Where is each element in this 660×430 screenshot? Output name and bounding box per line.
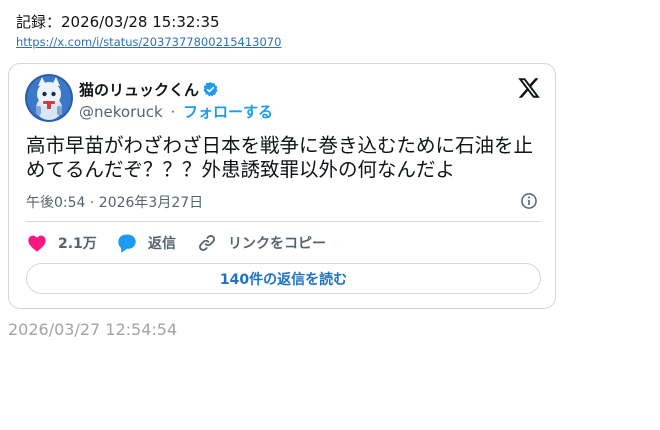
copy-link-button[interactable]: リンクをコピー (196, 231, 326, 255)
reply-button[interactable]: 返信 (116, 231, 176, 255)
capture-date: 2026/03/27 12:54:54 (8, 320, 178, 339)
tweet-card: 猫のリュックくん @nekoruck · フォローする 高市早苗がわざわざ日本を… (8, 63, 556, 309)
cat-avatar-icon (25, 74, 73, 122)
avatar[interactable] (25, 74, 73, 122)
read-replies-label: 140件の返信を読む (219, 271, 348, 288)
display-name-text: 猫のリュックくん (79, 81, 200, 99)
info-icon[interactable] (519, 191, 539, 211)
tweet-text: 高市早苗がわざわざ日本を戦争に巻き込むために石油を止めてるんだぞ？？？外患誘致罪… (26, 134, 534, 181)
tweet-timestamp[interactable]: 午後0:54 · 2026年3月27日 (26, 192, 203, 212)
record-timestamp: 記録：2026/03/28 15:32:35 (16, 13, 220, 31)
copy-link-label: リンクをコピー (228, 236, 326, 252)
status-link[interactable]: https://x.com/i/status/20373778002154130… (16, 35, 281, 49)
handle-row: @nekoruck · フォローする (79, 101, 273, 122)
display-name[interactable]: 猫のリュックくん (79, 79, 219, 100)
like-count: 2.1万 (58, 236, 97, 252)
x-logo-icon[interactable] (517, 76, 541, 100)
divider (26, 221, 541, 222)
reply-label: 返信 (148, 236, 176, 252)
like-button[interactable]: 2.1万 (26, 231, 97, 255)
reply-bubble-icon (118, 234, 136, 253)
separator: · (170, 103, 176, 121)
heart-icon (28, 235, 46, 252)
link-icon (198, 234, 216, 252)
follow-button[interactable]: フォローする (183, 103, 273, 121)
user-handle[interactable]: @nekoruck (79, 103, 163, 121)
read-replies-button[interactable]: 140件の返信を読む (26, 263, 541, 294)
verified-badge-icon (203, 82, 218, 97)
